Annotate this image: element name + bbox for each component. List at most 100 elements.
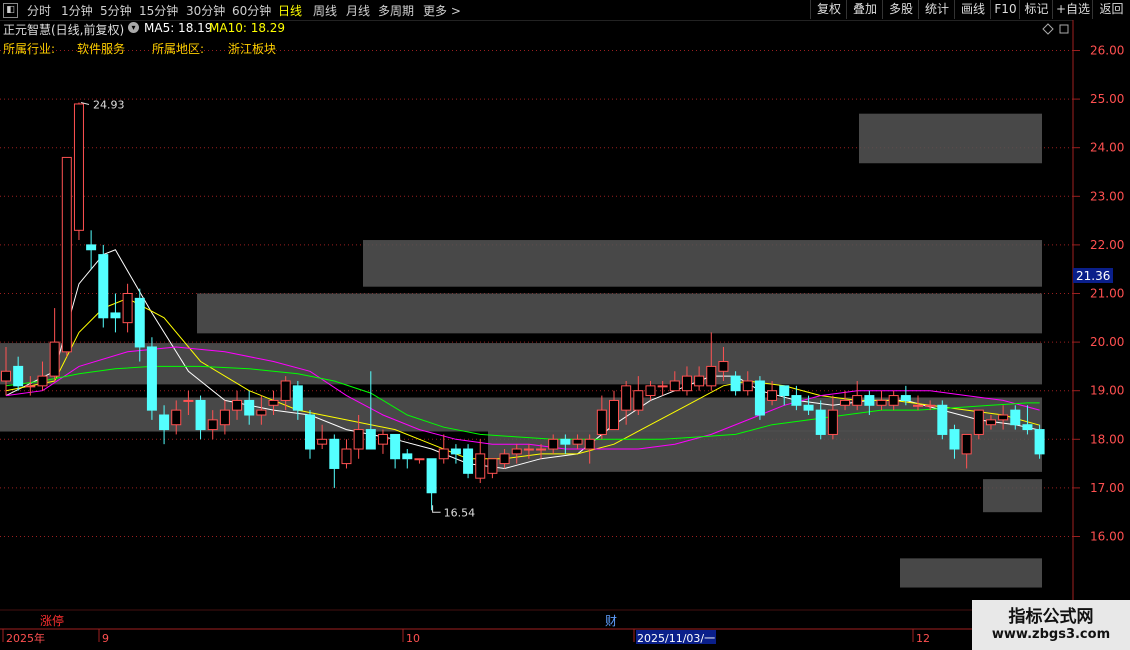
toolbar-button[interactable]: 画线 — [954, 0, 991, 19]
low-label: 16.54 — [444, 506, 476, 519]
toolbar-button[interactable]: F10 — [990, 0, 1020, 19]
candle-body — [159, 414, 170, 431]
price-zone-box — [900, 558, 1042, 588]
toolbar-button[interactable]: 叠加 — [846, 0, 883, 19]
toolbar-button[interactable]: 统计 — [918, 0, 955, 19]
candle-body — [86, 244, 97, 251]
y-tick-label: 26.00 — [1090, 44, 1124, 58]
toolbar-button[interactable]: +自选 — [1052, 0, 1093, 19]
candle-body — [900, 395, 911, 401]
toolbar-button[interactable]: 复权 — [810, 0, 847, 19]
candle-body — [25, 385, 36, 388]
candle-body — [390, 433, 401, 460]
candle-body — [949, 429, 960, 450]
toolbar-button[interactable]: 多股 — [882, 0, 919, 19]
candle-body — [730, 375, 741, 392]
candle-body — [402, 453, 413, 460]
candle-body — [973, 409, 984, 435]
candle-body — [280, 380, 291, 401]
x-axis-label: 9 — [102, 632, 109, 645]
candle-body — [329, 438, 340, 469]
candle-body — [244, 399, 255, 416]
candle-body — [317, 438, 328, 445]
candle-body — [426, 458, 437, 494]
candle-body — [365, 429, 376, 450]
toolbar-button[interactable]: 返回 — [1092, 0, 1130, 19]
candle-body — [815, 409, 826, 435]
watermark-title: 指标公式网 — [1008, 607, 1094, 627]
period-tab[interactable]: 更多 > — [423, 2, 461, 19]
candle-body — [609, 399, 619, 431]
candle-body — [171, 409, 182, 426]
candle-body — [122, 293, 133, 324]
candle-body — [438, 448, 449, 460]
price-zone-box — [983, 479, 1042, 513]
candle-body — [73, 103, 84, 231]
diamond-icon — [1042, 23, 1054, 35]
candle-body — [645, 385, 656, 397]
candle-body — [232, 399, 243, 411]
candle-body — [876, 399, 887, 406]
x-axis-label: 12 — [916, 632, 930, 645]
x-axis-label: 2025/11/03/一 — [637, 632, 715, 645]
period-tab[interactable]: 周线 — [313, 2, 337, 19]
period-tab[interactable]: 5分钟 — [100, 2, 132, 19]
period-tab[interactable]: 60分钟 — [232, 2, 271, 19]
period-tab[interactable]: 多周期 — [378, 2, 414, 19]
period-tab[interactable]: 日线 — [278, 2, 302, 19]
candle-body — [985, 419, 996, 426]
candle-body — [499, 453, 510, 465]
candle-body — [414, 458, 425, 461]
candle-body — [341, 448, 352, 465]
collapse-icon[interactable]: ◧ — [3, 3, 18, 18]
candle-body — [803, 404, 814, 411]
candle-body — [767, 390, 778, 401]
candle-body — [110, 312, 121, 319]
candle-body — [621, 385, 632, 411]
candle-body — [1010, 409, 1021, 426]
period-tab[interactable]: 1分钟 — [61, 2, 93, 19]
candle-body — [937, 404, 948, 435]
y-tick-label: 18.00 — [1090, 432, 1124, 446]
y-tick-label: 21.00 — [1090, 287, 1124, 301]
candle-body — [463, 448, 474, 474]
candle-body — [305, 414, 315, 450]
candle-body — [146, 346, 157, 411]
current-price-label: 21.36 — [1076, 269, 1110, 283]
candle-body — [377, 433, 388, 445]
price-zone-box — [197, 293, 1042, 334]
candle-body — [596, 409, 607, 435]
candle-body — [256, 409, 267, 416]
period-tab[interactable]: 月线 — [346, 2, 370, 19]
x-axis-label: 2025年 — [6, 631, 45, 645]
period-toolbar: ◧ 分时 1分钟 5分钟 15分钟 30分钟 60分钟 日线 周线 月线 多周期 更多 > 复权 叠加 多股… — [0, 0, 1130, 21]
period-tab[interactable]: 分时 — [27, 2, 51, 19]
candle-body — [560, 438, 571, 445]
candle-body — [998, 414, 1009, 421]
y-tick-label: 25.00 — [1090, 92, 1124, 106]
candle-body — [183, 399, 194, 402]
kline-chart[interactable]: 26.00 25.00 24.00 23.00 22.00 21.00 20.00 19.00… — [0, 20, 1130, 650]
candle-body — [13, 365, 24, 387]
candle-body — [61, 156, 72, 353]
candle-body — [450, 448, 461, 455]
candle-body — [706, 365, 717, 387]
candle-body — [487, 458, 498, 474]
candle-body — [219, 409, 230, 426]
candle-body — [961, 433, 972, 455]
candle-body — [888, 395, 899, 406]
candle-body — [864, 395, 875, 406]
period-tab[interactable]: 15分钟 — [139, 2, 178, 19]
candle-body — [1, 370, 11, 382]
candle-body — [718, 361, 729, 372]
candle-body — [268, 399, 279, 406]
candle-body — [98, 254, 109, 319]
square-icon — [1059, 24, 1069, 34]
candle-body — [134, 297, 145, 348]
period-tab[interactable]: 30分钟 — [186, 2, 225, 19]
candle-body — [584, 438, 595, 450]
y-tick-label: 16.00 — [1090, 530, 1124, 544]
toolbar-button[interactable]: 标记 — [1019, 0, 1053, 19]
candle-body — [523, 448, 534, 451]
candle-body — [657, 385, 668, 388]
